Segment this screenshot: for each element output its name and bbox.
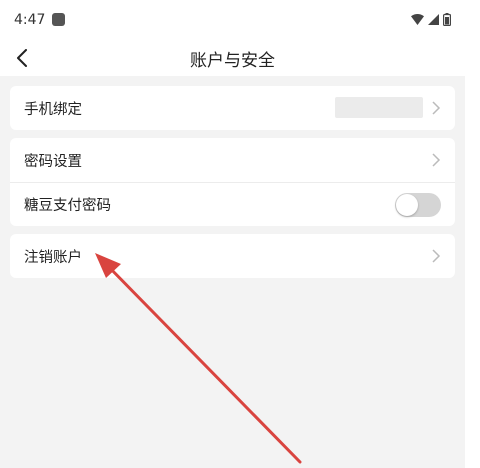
pay-password-toggle[interactable] <box>395 193 441 217</box>
cancel-account-card: 注销账户 <box>10 234 455 278</box>
wifi-icon <box>411 13 424 25</box>
signal-icon <box>428 13 439 25</box>
nav-bar: 账户与安全 <box>0 40 465 76</box>
battery-icon <box>443 12 451 26</box>
toggle-knob <box>396 194 418 216</box>
chevron-right-icon <box>432 101 441 115</box>
password-settings-row[interactable]: 密码设置 <box>10 138 455 182</box>
chevron-right-icon <box>432 153 441 167</box>
status-icons <box>411 12 451 26</box>
notification-square-icon <box>52 13 65 26</box>
phone-number-masked <box>335 97 423 118</box>
status-bar: 4:47 <box>0 0 465 40</box>
chevron-right-icon <box>432 249 441 263</box>
cancel-account-label: 注销账户 <box>24 249 82 266</box>
pay-password-row: 糖豆支付密码 <box>10 182 455 226</box>
cancel-account-row[interactable]: 注销账户 <box>10 234 455 278</box>
phone-binding-row[interactable]: 手机绑定 <box>10 86 455 130</box>
status-time: 4:47 <box>14 12 46 28</box>
page-title: 账户与安全 <box>190 51 275 71</box>
password-settings-label: 密码设置 <box>24 153 82 170</box>
app-screen: 4:47 账户与安全 手机绑定 密码设置 糖豆支付密码 注销账户 <box>0 0 465 468</box>
pay-password-label: 糖豆支付密码 <box>24 198 111 214</box>
password-card: 密码设置 糖豆支付密码 <box>10 138 455 226</box>
phone-card: 手机绑定 <box>10 86 455 130</box>
phone-binding-label: 手机绑定 <box>24 101 82 118</box>
